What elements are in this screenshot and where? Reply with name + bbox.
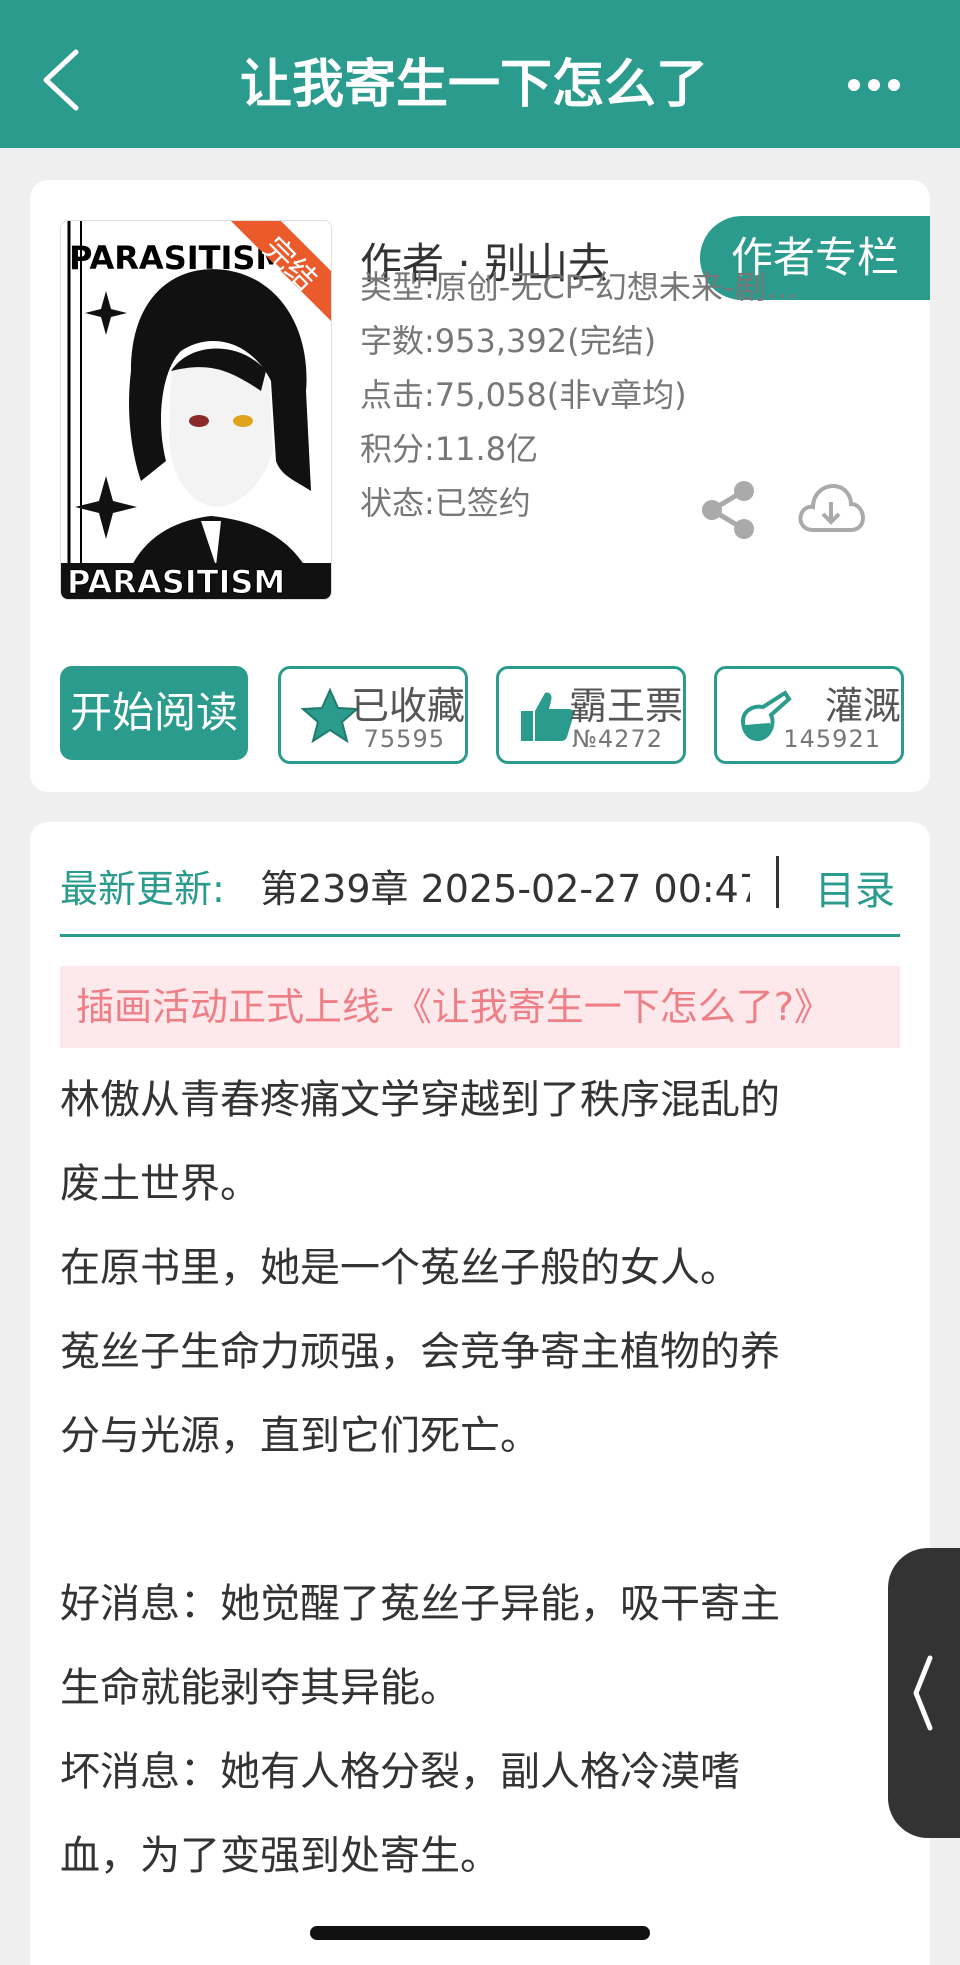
- home-indicator[interactable]: [310, 1926, 650, 1940]
- synopsis-line: 废土世界。: [60, 1161, 260, 1207]
- latest-update-text[interactable]: 第239章 2025-02-27 00:47:12: [260, 858, 750, 913]
- top-bar: 让我寄生一下怎么了: [0, 0, 960, 148]
- more-button[interactable]: [840, 60, 910, 110]
- back-button[interactable]: [34, 44, 94, 114]
- table-of-contents-link[interactable]: 目录: [815, 858, 895, 916]
- start-reading-button[interactable]: 开始阅读: [60, 666, 248, 760]
- side-drawer-tab[interactable]: [888, 1548, 960, 1838]
- cover-title-bottom: PARASITISM: [67, 563, 285, 599]
- chevron-left-icon: [913, 1655, 933, 1731]
- chevron-left-icon: [43, 49, 79, 111]
- favorite-count: 75595: [363, 725, 445, 753]
- share-icon: [702, 481, 754, 539]
- vote-count: №4272: [571, 725, 663, 753]
- favorite-button[interactable]: 已收藏 75595: [278, 666, 468, 764]
- synopsis-line: 菟丝子生命力顽强，会竞争寄主植物的养: [60, 1329, 780, 1375]
- download-button[interactable]: [795, 480, 867, 540]
- status-text: 状态:已签约: [360, 484, 531, 522]
- nourish-label: 灌溉: [824, 684, 901, 728]
- synopsis-line: 在原书里，她是一个菟丝子般的女人。: [60, 1245, 740, 1291]
- cover-illustration: PARASITISM PARASITISM 完结: [61, 221, 331, 599]
- nourish-count: 145921: [783, 725, 881, 753]
- synopsis-line: 坏消息：她有人格分裂，副人格冷漠嗜: [60, 1749, 740, 1795]
- synopsis-line: 血，为了变强到处寄生。: [60, 1833, 500, 1879]
- synopsis-card: 最新更新: 第239章 2025-02-27 00:47:12 目录 插画活动正…: [30, 822, 930, 1965]
- share-button[interactable]: [698, 480, 758, 540]
- nourish-button[interactable]: 灌溉 145921: [714, 666, 904, 764]
- more-dots-icon: [848, 79, 900, 91]
- synopsis-line: 好消息：她觉醒了菟丝子异能，吸干寄主: [60, 1581, 780, 1627]
- divider: [776, 856, 779, 908]
- vote-button[interactable]: 霸王票 №4272: [496, 666, 686, 764]
- book-info-card: PARASITISM PARASITISM 完结 作者 · 别山去 作者专栏 类…: [30, 180, 930, 792]
- synopsis-line: 林傲从青春疼痛文学穿越到了秩序混乱的: [60, 1077, 780, 1123]
- book-cover[interactable]: PARASITISM PARASITISM 完结: [60, 220, 332, 600]
- favorite-label: 已收藏: [350, 684, 465, 728]
- points-text: 积分:11.8亿: [360, 430, 539, 468]
- event-banner[interactable]: 插画活动正式上线-《让我寄生一下怎么了?》: [60, 966, 900, 1048]
- word-count-text: 字数:953,392(完结): [360, 322, 657, 360]
- page-title: 让我寄生一下怎么了: [240, 55, 709, 115]
- cover-title-top: PARASITISM: [69, 239, 287, 277]
- genre-text: 类型:原创-无CP-幻想未来-剧…: [360, 268, 799, 306]
- synopsis-line: 分与光源，直到它们死亡。: [60, 1413, 540, 1459]
- divider: [60, 934, 900, 937]
- synopsis-line: 生命就能剥夺其异能。: [60, 1665, 460, 1711]
- latest-update-label: 最新更新:: [60, 867, 225, 911]
- cloud-download-icon: [798, 483, 866, 532]
- vote-label: 霸王票: [568, 684, 683, 728]
- clicks-text: 点击:75,058(非v章均): [360, 376, 687, 414]
